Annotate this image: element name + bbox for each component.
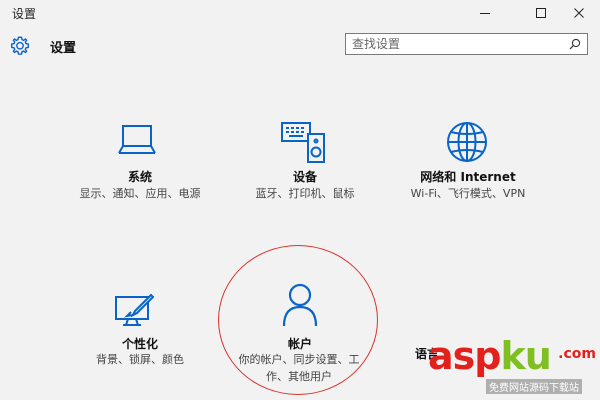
laptop-icon [118, 125, 156, 154]
settings-header: 设置 [0, 28, 600, 64]
devices-icon [281, 122, 325, 163]
tile-network-title: 网络和 Internet [420, 170, 516, 184]
close-icon [574, 8, 584, 18]
tile-network-desc: Wi-Fi、飞行模式、VPN [410, 187, 526, 200]
personalization-icon [115, 293, 155, 326]
window-title: 设置 [12, 7, 37, 21]
watermark-brand-c: .com [558, 346, 596, 362]
tile-personalization-title: 个性化 [121, 337, 158, 351]
annotation-circle [218, 245, 378, 395]
watermark: aspku .com 免费网站源码下载站 [428, 334, 598, 396]
watermark-brand-b: ku [500, 334, 551, 378]
maximize-icon [536, 8, 546, 18]
globe-icon [447, 122, 487, 162]
close-button[interactable] [556, 0, 600, 26]
tile-system[interactable]: 系统 显示、通知、应用、电源 [65, 115, 215, 225]
minimize-icon [480, 13, 490, 14]
tile-system-title: 系统 [127, 170, 152, 184]
search-icon[interactable] [569, 38, 581, 50]
tile-devices-title: 设备 [292, 170, 317, 184]
tile-devices-desc: 蓝牙、打印机、鼠标 [255, 187, 355, 200]
search-box[interactable] [345, 33, 588, 55]
tile-network[interactable]: 网络和 Internet Wi-Fi、飞行模式、VPN [393, 115, 543, 205]
gear-icon [10, 36, 30, 55]
tile-system-desc: 显示、通知、应用、电源 [79, 187, 201, 200]
watermark-brand-a: asp [428, 334, 501, 378]
watermark-logo: aspku [428, 334, 552, 378]
watermark-subtitle: 免费网站源码下载站 [486, 379, 582, 394]
title-bar: 设置 [0, 0, 600, 26]
tile-devices[interactable]: 设备 蓝牙、打印机、鼠标 [230, 115, 380, 205]
page-title: 设置 [50, 41, 77, 56]
search-input[interactable] [352, 34, 562, 54]
tile-personalization-desc: 背景、锁屏、颜色 [96, 353, 184, 366]
minimize-button[interactable] [462, 0, 508, 26]
tile-personalization[interactable]: 个性化 背景、锁屏、颜色 [65, 288, 215, 378]
